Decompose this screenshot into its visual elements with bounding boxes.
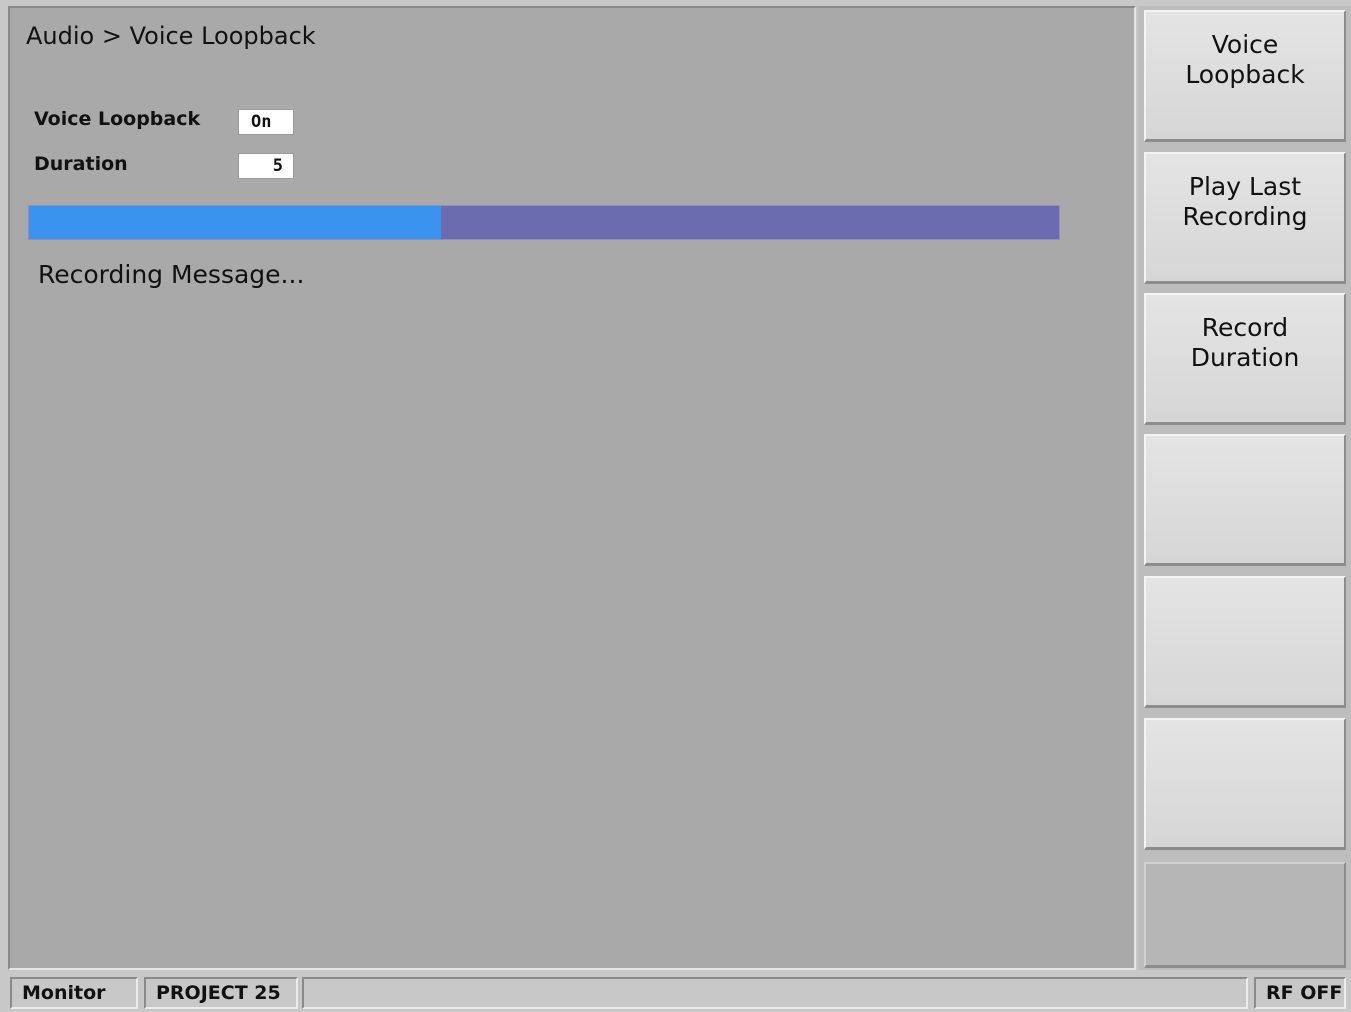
voice-loopback-label: Voice Loopback (34, 108, 201, 130)
softkey-4[interactable] (1144, 434, 1346, 566)
softkey-label: Play Last (1188, 172, 1302, 201)
status-bar: Monitor PROJECT 25 RF OFF (8, 975, 1351, 1012)
softkey-label: Record (1201, 313, 1289, 342)
main-panel: Audio > Voice Loopback Voice Loopback On… (8, 6, 1136, 970)
softkey-record-duration[interactable]: Record Duration (1144, 293, 1346, 425)
recording-progress-bar (28, 205, 1060, 240)
voice-loopback-field[interactable]: On (238, 109, 294, 135)
status-mode: Monitor (10, 977, 138, 1009)
softkey-voice-loopback[interactable]: Voice Loopback (1144, 10, 1346, 142)
status-message-area (302, 977, 1248, 1009)
rf-state-indicator: RF OFF (1254, 977, 1346, 1009)
progress-fill (29, 206, 441, 239)
softkey-label: Duration (1190, 343, 1300, 372)
duration-field[interactable]: 5 (238, 153, 294, 179)
softkey-panel: Voice Loopback Play Last Recording Recor… (1138, 6, 1351, 970)
duration-label: Duration (34, 153, 128, 175)
recording-status-message: Recording Message... (38, 260, 305, 289)
softkey-blank-area (1144, 862, 1346, 968)
softkey-label: Loopback (1185, 60, 1305, 89)
softkey-play-last-recording[interactable]: Play Last Recording (1144, 152, 1346, 284)
softkey-6[interactable] (1144, 718, 1346, 850)
softkey-label: Voice (1211, 30, 1279, 59)
breadcrumb: Audio > Voice Loopback (26, 22, 316, 50)
softkey-label: Recording (1182, 202, 1308, 231)
softkey-5[interactable] (1144, 576, 1346, 708)
status-system: PROJECT 25 (144, 977, 298, 1009)
